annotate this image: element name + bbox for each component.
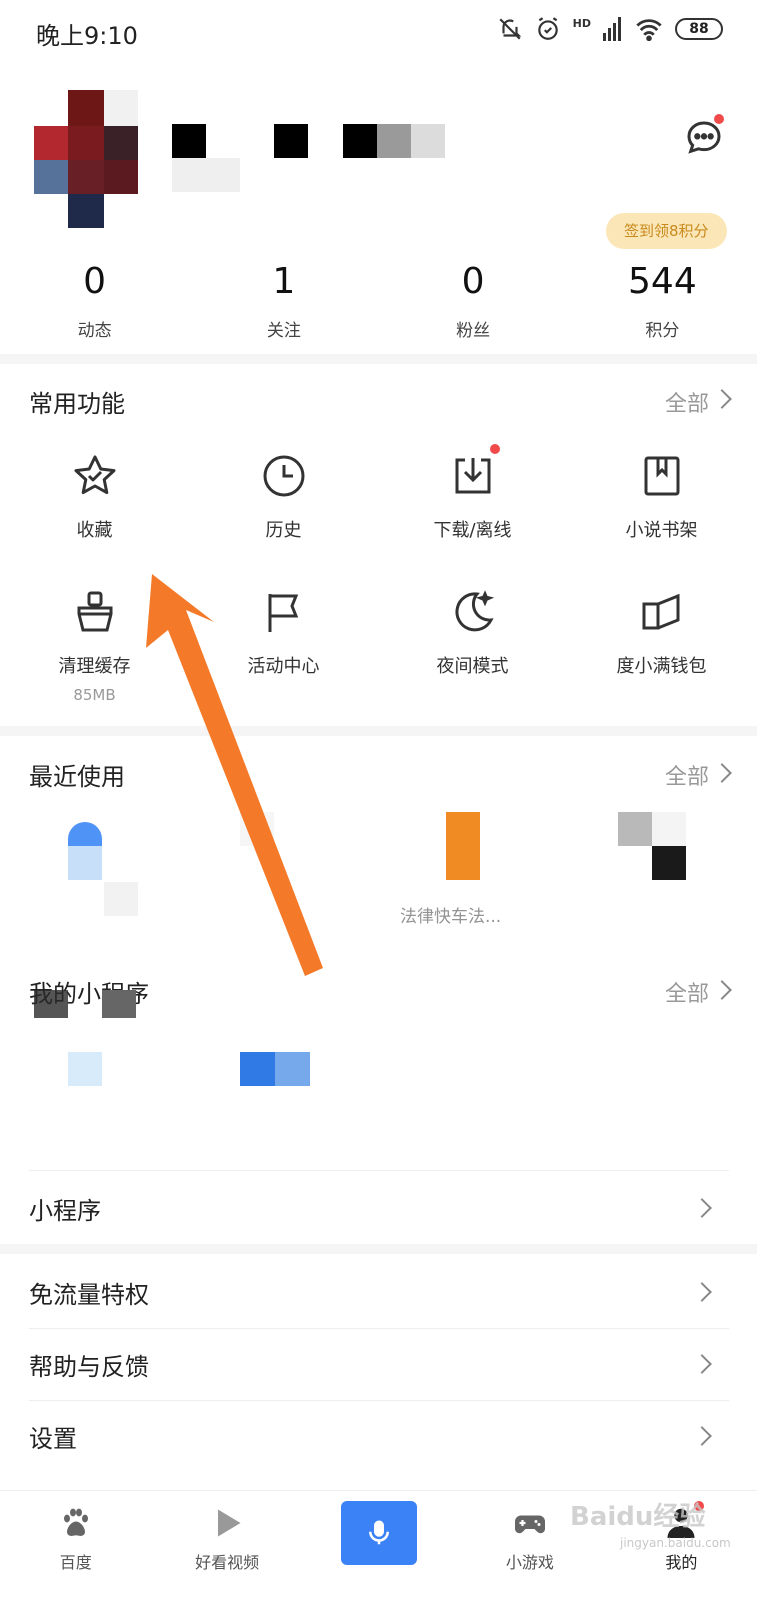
stat-followers[interactable]: 0 粉丝 [379, 258, 568, 348]
recent-item-3-label: 法律快车法... [400, 907, 502, 927]
mini-all-link[interactable]: 全部 [665, 976, 709, 1008]
chevron-right-icon [712, 763, 732, 783]
section-title-common: 常用功能 [29, 390, 125, 418]
common-item-history[interactable]: 历史 [189, 452, 378, 542]
recent-item-4[interactable] [618, 812, 688, 882]
chevron-right-icon [712, 389, 732, 409]
common-item-wallet[interactable]: 度小满钱包 [567, 588, 756, 704]
username[interactable] [172, 124, 452, 194]
play-icon [218, 1509, 241, 1537]
paw-icon [63, 1508, 88, 1536]
flag-icon [268, 594, 298, 632]
cache-size: 85MB [73, 686, 116, 704]
common-item-favorites[interactable]: 收藏 [0, 452, 189, 542]
recent-item-2[interactable] [240, 812, 310, 912]
chevron-right-icon [692, 1282, 712, 1302]
stat-following[interactable]: 1 关注 [189, 258, 378, 348]
message-icon[interactable] [684, 114, 724, 158]
row-settings[interactable]: 设置 [0, 1400, 757, 1472]
common-item-activity-center[interactable]: 活动中心 [189, 588, 378, 704]
section-title-recent: 最近使用 [29, 763, 125, 791]
mini-program-item-1[interactable] [34, 990, 144, 1090]
notification-dot [714, 114, 724, 124]
recent-all-link[interactable]: 全部 [665, 759, 709, 791]
book-icon [644, 456, 679, 496]
status-icons: HD 88 [497, 16, 723, 42]
stat-posts[interactable]: 0 动态 [0, 258, 189, 348]
chevron-right-icon [692, 1426, 712, 1446]
common-item-night-mode[interactable]: 夜间模式 [378, 588, 567, 704]
common-item-clear-cache[interactable]: 清理缓存 85MB [0, 588, 189, 704]
wifi-icon [636, 19, 662, 41]
mini-program-item-2[interactable] [240, 1052, 310, 1086]
voice-search-button[interactable] [340, 1501, 417, 1565]
stat-points[interactable]: 544 积分 [568, 258, 757, 348]
common-all-link[interactable]: 全部 [665, 386, 709, 418]
row-mini-programs[interactable]: 小程序 [0, 1172, 757, 1244]
mute-icon [499, 18, 521, 40]
watermark-url: jingyan.baidu.com [620, 1536, 731, 1550]
wallet-icon [642, 593, 679, 630]
gamepad-icon [514, 1515, 545, 1534]
broom-icon [77, 591, 112, 632]
download-notification-dot [490, 444, 500, 454]
status-time: 晚上9:10 [36, 22, 138, 50]
common-grid-row-2: 清理缓存 85MB 活动中心 夜间模式 度小满钱包 [0, 588, 757, 704]
signal-icon: HD [572, 16, 591, 30]
nav-tab-videos[interactable]: 好看视频 [151, 1491, 302, 1600]
row-free-data[interactable]: 免流量特权 [0, 1256, 757, 1328]
clock-icon [263, 455, 304, 497]
section-divider [0, 1244, 757, 1254]
row-help-feedback[interactable]: 帮助与反馈 [0, 1328, 757, 1400]
watermark: Baidu经验 [570, 1502, 706, 1532]
common-grid-row-1: 收藏 历史 下载/离线 小说书架 [0, 444, 757, 542]
common-item-download[interactable]: 下载/离线 [378, 444, 567, 542]
moon-icon [454, 590, 494, 632]
list-divider [29, 1170, 729, 1171]
common-item-bookshelf[interactable]: 小说书架 [567, 452, 756, 542]
battery-indicator: 88 [675, 18, 723, 40]
status-bar: 晚上9:10 HD 88 [0, 0, 757, 64]
profile-stats: 0 动态 1 关注 0 粉丝 544 积分 [0, 258, 757, 348]
avatar[interactable] [34, 90, 139, 228]
nav-tab-voice[interactable] [303, 1491, 454, 1600]
alarm-icon [537, 17, 558, 40]
section-divider [0, 726, 757, 736]
star-icon [74, 455, 115, 495]
chevron-right-icon [692, 1354, 712, 1374]
microphone-icon [368, 1520, 389, 1545]
recent-item-3[interactable]: 法律快车法... [380, 812, 550, 927]
signal-bars-icon [603, 17, 621, 41]
download-icon [455, 458, 490, 494]
sign-in-badge[interactable]: 签到领8积分 [606, 213, 727, 249]
chevron-right-icon [692, 1198, 712, 1218]
chevron-right-icon [712, 980, 732, 1000]
recent-item-1[interactable] [68, 822, 138, 922]
section-divider [0, 354, 757, 364]
nav-tab-baidu[interactable]: 百度 [0, 1491, 151, 1600]
